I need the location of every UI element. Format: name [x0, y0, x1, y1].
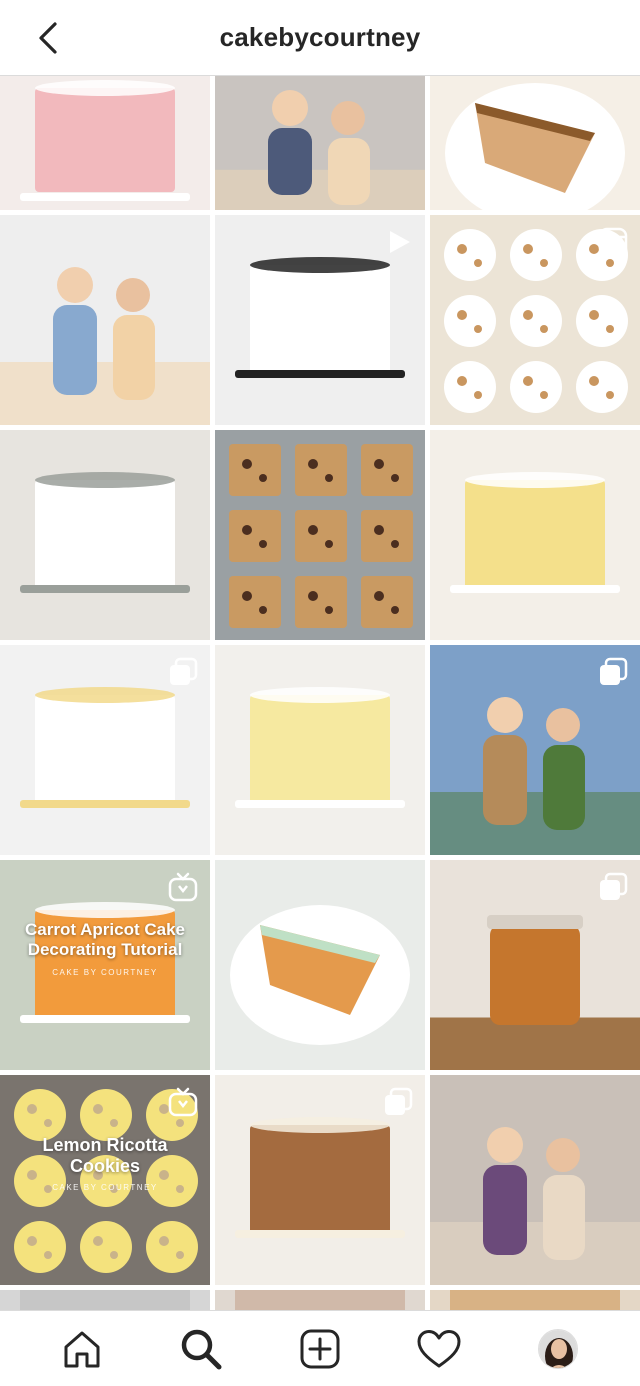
post-tile-woman-slicing-cake[interactable]: [0, 645, 210, 855]
back-button[interactable]: [28, 18, 68, 58]
post-thumbnail: [430, 430, 640, 640]
post-thumbnail: [430, 1290, 640, 1310]
post-tile-selfie-two-women[interactable]: [215, 76, 425, 210]
profile-username-title: cakebycourtney: [219, 22, 421, 52]
nav-activity[interactable]: [414, 1324, 464, 1374]
post-tile-carrot-cake-slice[interactable]: [215, 860, 425, 1070]
post-tile-yellow-frosted-cake[interactable]: [430, 430, 640, 640]
post-overlay-subtitle: CAKE BY COURTNEY: [52, 1183, 158, 1192]
post-tile-floral-black-cake[interactable]: [215, 215, 425, 425]
post-tile-family-in-desert[interactable]: [430, 645, 640, 855]
post-overlay-subtitle: CAKE BY COURTNEY: [52, 968, 158, 977]
search-icon: [181, 1329, 222, 1369]
chevron-left-icon: [39, 22, 57, 54]
post-tile-partial-tile-3[interactable]: [430, 1290, 640, 1310]
profile-avatar: [538, 1328, 579, 1369]
post-tile-pink-sprinkle-cake[interactable]: [0, 76, 210, 210]
post-thumbnail: [215, 430, 425, 640]
post-tile-cinnamon-rolls[interactable]: [430, 215, 640, 425]
post-tile-caramel-jar[interactable]: [430, 860, 640, 1070]
activity-heart-icon: [417, 1329, 461, 1367]
post-tile-pecan-cake[interactable]: [215, 1075, 425, 1285]
post-tile-lemon-ricotta-cookies[interactable]: Lemon Ricotta Cookies CAKE BY COURTNEY: [0, 1075, 210, 1285]
new-post-icon: [300, 1329, 340, 1368]
carousel-badge-icon: [598, 657, 628, 687]
post-thumbnail: [430, 1075, 640, 1285]
post-tile-layer-cake-slice[interactable]: [430, 76, 640, 210]
top-bar: cakebycourtney: [0, 0, 640, 76]
carousel-badge-icon: [383, 1087, 413, 1117]
post-tile-couple-in-kitchen[interactable]: [0, 215, 210, 425]
explore-grid: Carrot Apricot Cake Decorating Tutorial C…: [0, 76, 640, 1310]
post-tile-family-outdoors[interactable]: [430, 1075, 640, 1285]
post-thumbnail: [215, 1290, 425, 1310]
post-thumbnail: [0, 215, 210, 425]
post-thumbnail: [0, 76, 210, 210]
post-tile-partial-tile-1[interactable]: [0, 1290, 210, 1310]
bottom-nav: [0, 1310, 640, 1386]
post-overlay-title: Carrot Apricot Cake Decorating Tutorial: [25, 920, 185, 959]
igtv-badge-icon: [168, 1087, 198, 1117]
post-thumbnail: [215, 860, 425, 1070]
video-badge-icon: [383, 227, 413, 257]
nav-new-post[interactable]: [295, 1324, 345, 1374]
post-thumbnail: [0, 430, 210, 640]
nav-search[interactable]: [176, 1324, 226, 1374]
post-thumbnail: [215, 76, 425, 210]
carousel-badge-icon: [168, 657, 198, 687]
post-tile-chocolate-chip-bars[interactable]: [215, 430, 425, 640]
post-tile-striped-white-cake[interactable]: [0, 430, 210, 640]
igtv-badge-icon: [168, 872, 198, 902]
post-tile-daisy-ombre-cake[interactable]: [215, 645, 425, 855]
reel-badge-icon: [598, 227, 628, 257]
carousel-badge-icon: [598, 872, 628, 902]
nav-profile[interactable]: [533, 1324, 583, 1374]
nav-home[interactable]: [57, 1324, 107, 1374]
home-icon: [64, 1331, 100, 1367]
post-tile-carrot-apricot-cake[interactable]: Carrot Apricot Cake Decorating Tutorial C…: [0, 860, 210, 1070]
post-tile-partial-tile-2[interactable]: [215, 1290, 425, 1310]
post-thumbnail: [215, 645, 425, 855]
post-overlay-title: Lemon Ricotta Cookies: [42, 1135, 168, 1176]
post-thumbnail: [0, 1290, 210, 1310]
post-thumbnail: [430, 76, 640, 210]
